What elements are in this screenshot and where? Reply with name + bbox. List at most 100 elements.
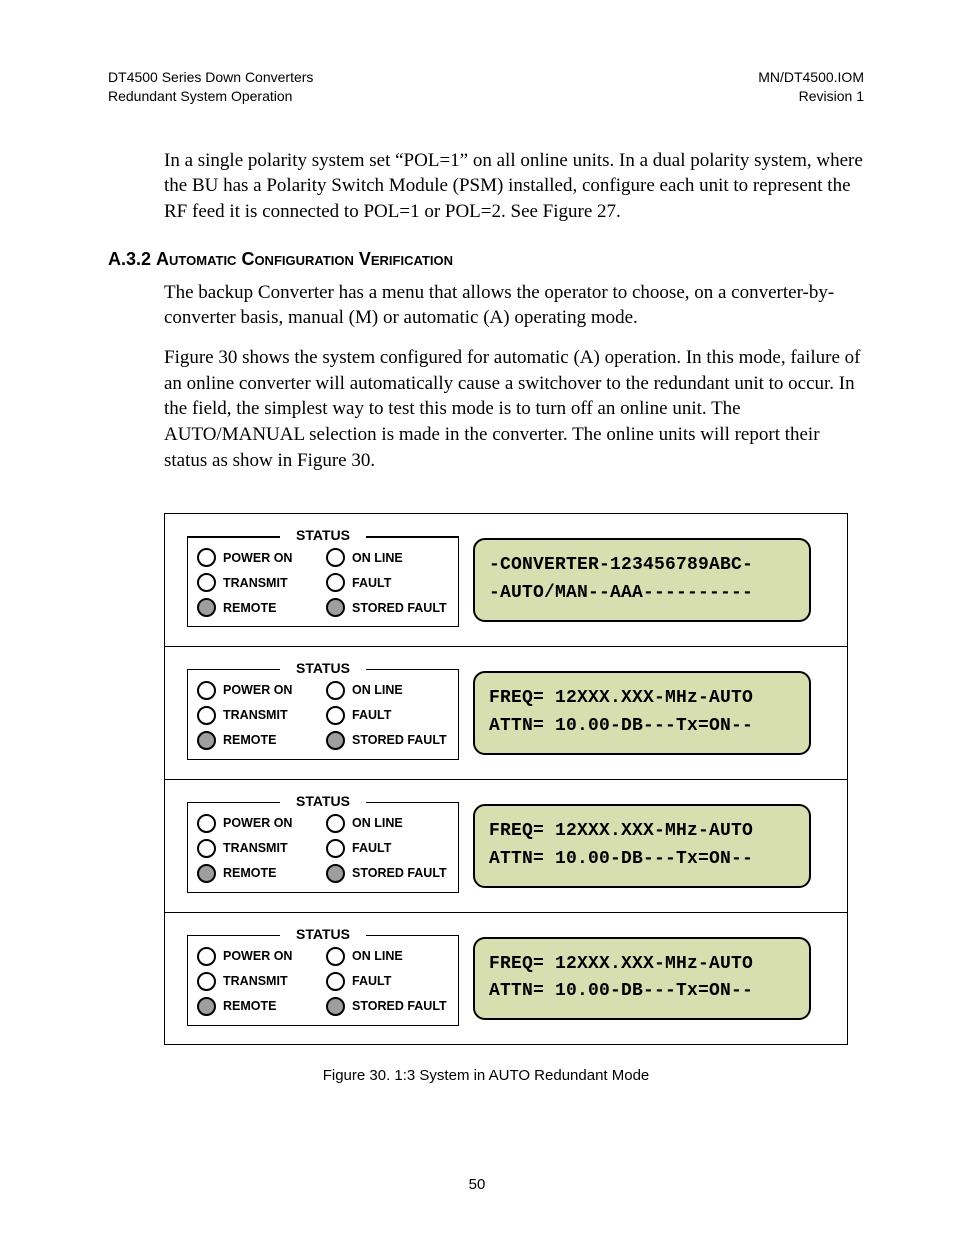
status-panel: STATUS POWER ON ON LINE TRANSMIT FAULT R… xyxy=(187,661,459,760)
lcd-line1: FREQ= 12XXX.XXX-MHz-AUTO xyxy=(489,821,753,841)
intro-paragraph: In a single polarity system set “POL=1” … xyxy=(164,148,864,225)
status-grid: POWER ON ON LINE TRANSMIT FAULT REMOTE S… xyxy=(197,947,449,1016)
led-on-line: ON LINE xyxy=(326,681,449,700)
lcd-line2: -AUTO/MAN--AAA---------- xyxy=(489,583,753,603)
status-grid: POWER ON ON LINE TRANSMIT FAULT REMOTE S… xyxy=(197,814,449,883)
led-label: REMOTE xyxy=(223,999,276,1013)
section-number: A.3.2 xyxy=(108,249,151,269)
led-icon xyxy=(197,864,216,883)
led-icon xyxy=(326,731,345,750)
led-icon xyxy=(197,997,216,1016)
lcd-display: -CONVERTER-123456789ABC- -AUTO/MAN--AAA-… xyxy=(473,538,811,622)
header-left-line2: Redundant System Operation xyxy=(108,87,313,106)
led-label: FAULT xyxy=(352,974,391,988)
lcd-wrap: -CONVERTER-123456789ABC- -AUTO/MAN--AAA-… xyxy=(459,514,847,646)
led-label: TRANSMIT xyxy=(223,974,288,988)
unit-row: STATUS POWER ON ON LINE TRANSMIT FAULT R… xyxy=(165,912,847,1045)
led-icon xyxy=(326,947,345,966)
page-number: 50 xyxy=(0,1176,954,1193)
led-icon xyxy=(197,681,216,700)
led-icon xyxy=(326,972,345,991)
led-label: STORED FAULT xyxy=(352,866,447,880)
led-label: FAULT xyxy=(352,576,391,590)
header-left: DT4500 Series Down Converters Redundant … xyxy=(108,68,313,106)
led-icon xyxy=(326,598,345,617)
led-icon xyxy=(197,548,216,567)
section-title: Automatic Configuration Verification xyxy=(156,249,453,269)
header-right: MN/DT4500.IOM Revision 1 xyxy=(758,68,864,106)
led-transmit: TRANSMIT xyxy=(197,839,320,858)
lcd-line1: FREQ= 12XXX.XXX-MHz-AUTO xyxy=(489,954,753,974)
led-label: POWER ON xyxy=(223,949,292,963)
status-panel: STATUS POWER ON ON LINE TRANSMIT FAULT R… xyxy=(187,528,459,627)
led-label: ON LINE xyxy=(352,551,403,565)
lcd-line2: ATTN= 10.00-DB---Tx=ON-- xyxy=(489,849,753,869)
lcd-display: FREQ= 12XXX.XXX-MHz-AUTO ATTN= 10.00-DB-… xyxy=(473,671,811,755)
lcd-wrap: FREQ= 12XXX.XXX-MHz-AUTO ATTN= 10.00-DB-… xyxy=(459,780,847,912)
led-icon xyxy=(326,548,345,567)
led-label: FAULT xyxy=(352,708,391,722)
status-title: STATUS xyxy=(187,527,459,543)
led-label: POWER ON xyxy=(223,816,292,830)
unit-row: STATUS POWER ON ON LINE TRANSMIT FAULT R… xyxy=(165,514,847,646)
led-icon xyxy=(326,864,345,883)
led-label: STORED FAULT xyxy=(352,733,447,747)
led-label: STORED FAULT xyxy=(352,601,447,615)
section-heading: A.3.2 Automatic Configuration Verificati… xyxy=(108,249,864,270)
unit-row: STATUS POWER ON ON LINE TRANSMIT FAULT R… xyxy=(165,779,847,912)
led-icon xyxy=(197,598,216,617)
led-label: TRANSMIT xyxy=(223,841,288,855)
led-fault: FAULT xyxy=(326,573,449,592)
unit-row: STATUS POWER ON ON LINE TRANSMIT FAULT R… xyxy=(165,646,847,779)
status-title: STATUS xyxy=(187,926,459,942)
led-stored-fault: STORED FAULT xyxy=(326,997,449,1016)
led-fault: FAULT xyxy=(326,706,449,725)
page: DT4500 Series Down Converters Redundant … xyxy=(0,0,954,1235)
led-icon xyxy=(197,731,216,750)
lcd-wrap: FREQ= 12XXX.XXX-MHz-AUTO ATTN= 10.00-DB-… xyxy=(459,647,847,779)
led-power-on: POWER ON xyxy=(197,814,320,833)
led-label: ON LINE xyxy=(352,816,403,830)
lcd-display: FREQ= 12XXX.XXX-MHz-AUTO ATTN= 10.00-DB-… xyxy=(473,804,811,888)
led-icon xyxy=(326,706,345,725)
led-label: REMOTE xyxy=(223,866,276,880)
led-icon xyxy=(326,814,345,833)
lcd-display: FREQ= 12XXX.XXX-MHz-AUTO ATTN= 10.00-DB-… xyxy=(473,937,811,1021)
led-label: ON LINE xyxy=(352,683,403,697)
led-label: FAULT xyxy=(352,841,391,855)
status-title: STATUS xyxy=(187,793,459,809)
lcd-line1: -CONVERTER-123456789ABC- xyxy=(489,555,753,575)
led-on-line: ON LINE xyxy=(326,548,449,567)
led-stored-fault: STORED FAULT xyxy=(326,598,449,617)
section-body: The backup Converter has a menu that all… xyxy=(164,280,864,473)
led-icon xyxy=(326,839,345,858)
led-icon xyxy=(197,706,216,725)
led-transmit: TRANSMIT xyxy=(197,706,320,725)
status-grid: POWER ON ON LINE TRANSMIT FAULT REMOTE S… xyxy=(197,681,449,750)
led-transmit: TRANSMIT xyxy=(197,972,320,991)
led-label: TRANSMIT xyxy=(223,576,288,590)
led-power-on: POWER ON xyxy=(197,947,320,966)
led-icon xyxy=(197,814,216,833)
led-icon xyxy=(326,573,345,592)
header-right-line1: MN/DT4500.IOM xyxy=(758,68,864,87)
led-icon xyxy=(326,681,345,700)
running-header: DT4500 Series Down Converters Redundant … xyxy=(108,68,864,106)
lcd-line1: FREQ= 12XXX.XXX-MHz-AUTO xyxy=(489,688,753,708)
led-icon xyxy=(197,573,216,592)
status-panel: STATUS POWER ON ON LINE TRANSMIT FAULT R… xyxy=(187,927,459,1026)
status-grid: POWER ON ON LINE TRANSMIT FAULT REMOTE S… xyxy=(197,548,449,617)
led-remote: REMOTE xyxy=(197,598,320,617)
led-remote: REMOTE xyxy=(197,997,320,1016)
led-icon xyxy=(197,972,216,991)
lcd-line2: ATTN= 10.00-DB---Tx=ON-- xyxy=(489,716,753,736)
para-2: Figure 30 shows the system configured fo… xyxy=(164,345,864,473)
led-label: POWER ON xyxy=(223,683,292,697)
intro-text: In a single polarity system set “POL=1” … xyxy=(164,148,864,225)
led-label: REMOTE xyxy=(223,733,276,747)
led-label: TRANSMIT xyxy=(223,708,288,722)
led-on-line: ON LINE xyxy=(326,947,449,966)
led-remote: REMOTE xyxy=(197,864,320,883)
led-label: STORED FAULT xyxy=(352,999,447,1013)
figure-30: STATUS POWER ON ON LINE TRANSMIT FAULT R… xyxy=(164,513,848,1045)
